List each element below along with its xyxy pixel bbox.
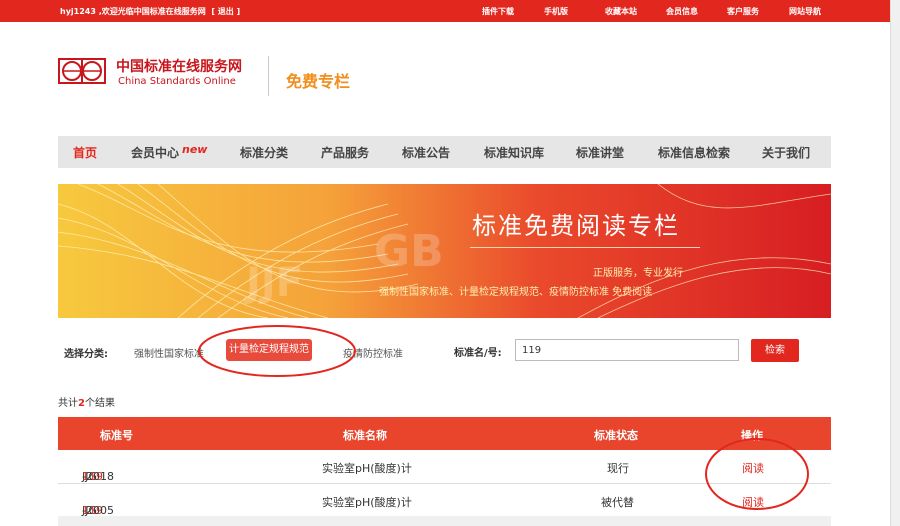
highlight-circle-read bbox=[705, 438, 809, 510]
standard-status: 现行 bbox=[607, 462, 629, 475]
topbar-link-plugin[interactable]: 插件下载 bbox=[482, 6, 514, 17]
site-name-en: China Standards Online bbox=[118, 76, 236, 87]
filter-option-mandatory[interactable]: 强制性国家标准 bbox=[134, 345, 204, 360]
col-header-status: 标准状态 bbox=[594, 429, 638, 442]
top-bar: hyj1243 ,欢迎光临中国标准在线服务网 [ 退出 ] 插件下载 手机版 收… bbox=[0, 0, 890, 22]
nav-item-lectures[interactable]: 标准讲堂 bbox=[576, 144, 624, 161]
nav-item-member-center[interactable]: 会员中心 new bbox=[131, 143, 208, 161]
nav-item-announcements[interactable]: 标准公告 bbox=[402, 144, 450, 161]
new-badge: new bbox=[182, 143, 208, 156]
standard-status: 被代替 bbox=[601, 496, 634, 509]
welcome-text: hyj1243 ,欢迎光临中国标准在线服务网 [ 退出 ] bbox=[60, 7, 241, 16]
highlight-circle-filter bbox=[198, 325, 356, 377]
search-input[interactable] bbox=[515, 339, 739, 361]
nav-item-knowledge-base[interactable]: 标准知识库 bbox=[484, 144, 544, 161]
banner-line2: 强制性国家标准、计量检定规程规范、疫情防控标准 免费阅读 bbox=[379, 287, 653, 298]
topbar-link-customer-service[interactable]: 客户服务 bbox=[727, 6, 759, 17]
nav-item-home[interactable]: 首页 bbox=[73, 144, 97, 161]
filter-label: 选择分类: bbox=[64, 349, 108, 360]
standard-name: 实验室pH(酸度)计 bbox=[322, 496, 412, 509]
col-header-name: 标准名称 bbox=[343, 429, 387, 442]
topbar-link-favorite[interactable]: 收藏本站 bbox=[605, 6, 637, 17]
col-header-number: 标准号 bbox=[100, 429, 133, 442]
nav-item-products[interactable]: 产品服务 bbox=[321, 144, 369, 161]
banner-divider bbox=[470, 247, 700, 248]
site-logo[interactable] bbox=[58, 56, 106, 86]
topbar-link-site-nav[interactable]: 网站导航 bbox=[789, 6, 821, 17]
pagination-strip bbox=[58, 516, 831, 526]
topbar-link-mobile[interactable]: 手机版 bbox=[544, 6, 568, 17]
topbar-link-member-info[interactable]: 会员信息 bbox=[666, 6, 698, 17]
banner-line1: 正版服务，专业发行 bbox=[593, 268, 683, 279]
watermark-jjf: JJF bbox=[246, 260, 304, 306]
scrollbar[interactable] bbox=[890, 0, 900, 526]
main-nav: 首页 会员中心 new 标准分类 产品服务 标准公告 标准知识库 标准讲堂 标准信… bbox=[58, 136, 831, 168]
result-count: 共计2个结果 bbox=[58, 398, 115, 409]
search-label: 标准名/号: bbox=[454, 348, 502, 359]
nav-item-about[interactable]: 关于我们 bbox=[762, 144, 810, 161]
header-divider bbox=[268, 56, 269, 96]
watermark-gb: GB bbox=[374, 226, 444, 277]
logout-link[interactable]: [ 退出 ] bbox=[211, 7, 240, 16]
nav-item-info-search[interactable]: 标准信息检索 bbox=[658, 144, 730, 161]
promo-banner: GB JJF 标准免费阅读专栏 正版服务，专业发行 强制性国家标准、计量检定规程… bbox=[58, 184, 831, 318]
banner-title: 标准免费阅读专栏 bbox=[472, 212, 680, 240]
standard-name: 实验室pH(酸度)计 bbox=[322, 462, 412, 475]
nav-item-categories[interactable]: 标准分类 bbox=[240, 144, 288, 161]
site-name: 中国标准在线服务网 bbox=[116, 59, 242, 75]
section-title: 免费专栏 bbox=[286, 72, 351, 91]
search-button[interactable]: 检索 bbox=[751, 339, 799, 362]
